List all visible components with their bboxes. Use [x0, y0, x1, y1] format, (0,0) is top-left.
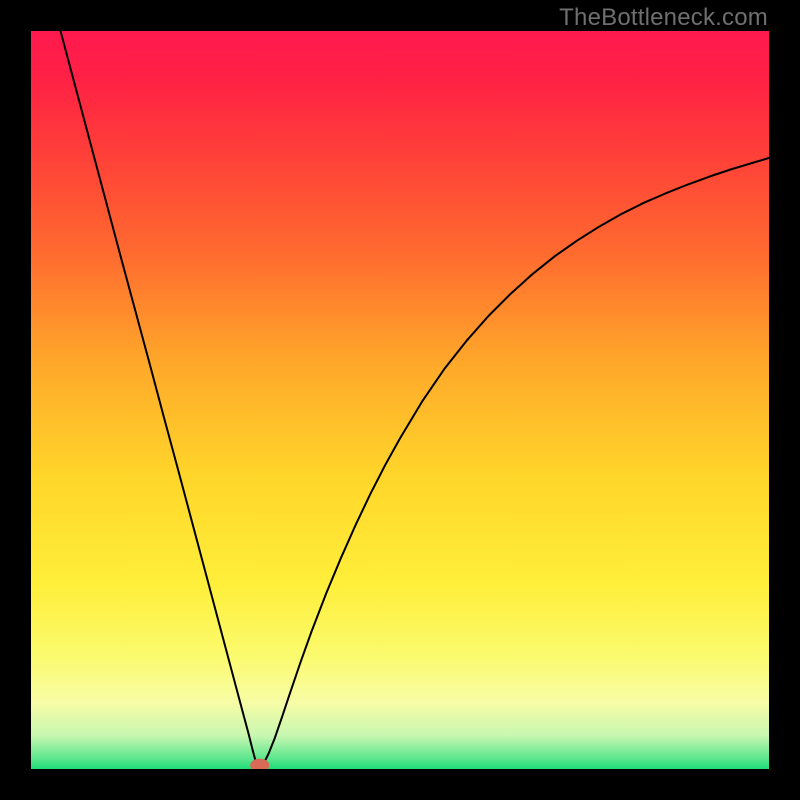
chart-background	[31, 31, 769, 769]
chart-svg	[31, 31, 769, 769]
watermark-text: TheBottleneck.com	[559, 4, 768, 32]
chart-container	[31, 31, 769, 769]
